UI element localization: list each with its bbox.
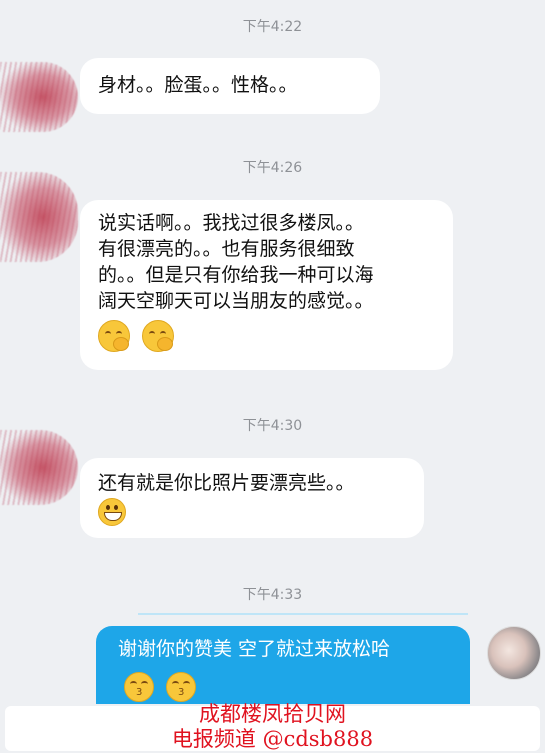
message-text: 还有就是你比照片要漂亮些。。: [98, 472, 355, 494]
message-bubble[interactable]: 身材。。脸蛋。。性格。。: [80, 58, 380, 114]
blurred-avatar[interactable]: [0, 430, 78, 505]
reply-strip: [138, 613, 468, 615]
message-bubble[interactable]: 还有就是你比照片要漂亮些。。: [80, 458, 424, 538]
message-text: 有很漂亮的。。也有服务很细致: [98, 238, 355, 260]
message-text: 的。。但是只有你给我一种可以海: [98, 264, 374, 286]
outgoing-message-bubble[interactable]: 谢谢你的赞美 空了就过来放松哈 3 3: [96, 626, 470, 704]
message-text: 阔天空聊天可以当朋友的感觉。。: [98, 290, 374, 312]
watermark-line-2: 电报频道 @cdsb888: [171, 727, 374, 751]
face-with-hand-over-mouth-icon: [142, 320, 175, 352]
message-bubble[interactable]: 说实话啊。。我找过很多楼凤。。 有很漂亮的。。也有服务很细致 的。。但是只有你给…: [80, 200, 453, 370]
timestamp: 下午4:22: [242, 19, 303, 35]
message-text: 身材。。脸蛋。。性格。。: [98, 74, 298, 96]
blurred-avatar[interactable]: [0, 62, 78, 132]
timestamp: 下午4:33: [242, 587, 303, 603]
grinning-face-icon: [98, 498, 126, 526]
message-text: 说实话啊。。我找过很多楼凤。。: [98, 212, 365, 234]
timestamp: 下午4:26: [242, 160, 303, 176]
user-avatar[interactable]: [487, 626, 541, 680]
blurred-avatar[interactable]: [0, 172, 78, 262]
message-text: 谢谢你的赞美 空了就过来放松哈: [118, 638, 391, 660]
face-with-hand-over-mouth-icon: [98, 320, 130, 352]
timestamp: 下午4:30: [242, 418, 303, 434]
